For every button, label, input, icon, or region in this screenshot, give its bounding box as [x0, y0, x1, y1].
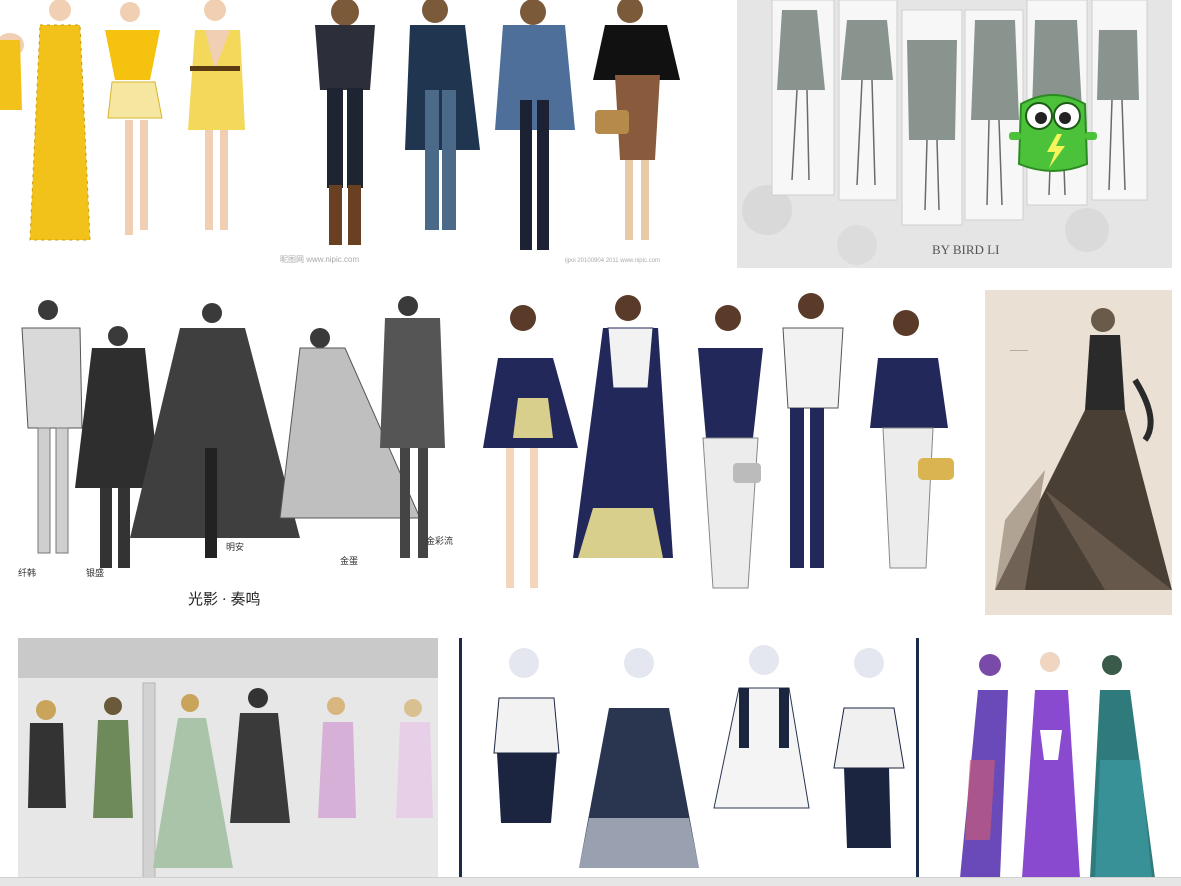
- monochrome-collection-illustration: 纤韩 银盛 明安 金蛋 金彩流 光影 · 奏鸣: [0, 288, 470, 618]
- purple-gowns-illustration: [940, 640, 1172, 878]
- monochrome-label-5: 金彩流: [426, 535, 453, 546]
- ruffle-collection-illustration: [459, 638, 919, 878]
- horizontal-scrollbar[interactable]: [0, 877, 1181, 886]
- monochrome-caption: 光影 · 奏鸣: [188, 591, 261, 608]
- robot-battery-icon[interactable]: [1007, 86, 1099, 182]
- monochrome-label-4: 金蛋: [340, 555, 358, 566]
- black-ballgown-illustration: ———: [985, 290, 1172, 615]
- fashion-thumbnail-wall-sketches[interactable]: [18, 638, 438, 878]
- fashion-thumbnail-black-ballgown[interactable]: ———: [985, 290, 1172, 615]
- ballgown-scribble: ———: [1010, 348, 1028, 354]
- watermark-left: 昵图网 www.nipic.com: [280, 255, 359, 264]
- grey-croquis-illustration: BY BIRD LI: [737, 0, 1172, 268]
- grey-croquis-caption: BY BIRD LI: [932, 242, 999, 257]
- watermark-right: ijpoi 20100904 2011 www.nipic.com: [565, 258, 660, 264]
- denim-outfits-illustration: 昵图网 www.nipic.com ijpoi 20100904 2011 ww…: [275, 0, 715, 270]
- monochrome-label-2: 银盛: [86, 567, 104, 578]
- fashion-thumbnail-navy-collection[interactable]: [478, 288, 978, 618]
- fashion-thumbnail-grey-croquis[interactable]: BY BIRD LI: [737, 0, 1172, 268]
- wall-sketches-illustration: [18, 638, 438, 878]
- fashion-thumbnail-yellow-dresses[interactable]: [0, 0, 265, 260]
- fashion-thumbnail-ruffle-collection[interactable]: [459, 638, 919, 878]
- navy-collection-illustration: [478, 288, 978, 618]
- monochrome-label-1: 纤韩: [18, 567, 36, 578]
- yellow-dresses-illustration: [0, 0, 265, 260]
- monochrome-label-3: 明安: [226, 541, 244, 552]
- fashion-thumbnail-purple-gowns[interactable]: [940, 640, 1172, 878]
- fashion-thumbnail-denim-outfits[interactable]: 昵图网 www.nipic.com ijpoi 20100904 2011 ww…: [275, 0, 715, 270]
- fashion-thumbnail-monochrome-collection[interactable]: 纤韩 银盛 明安 金蛋 金彩流 光影 · 奏鸣: [0, 288, 470, 618]
